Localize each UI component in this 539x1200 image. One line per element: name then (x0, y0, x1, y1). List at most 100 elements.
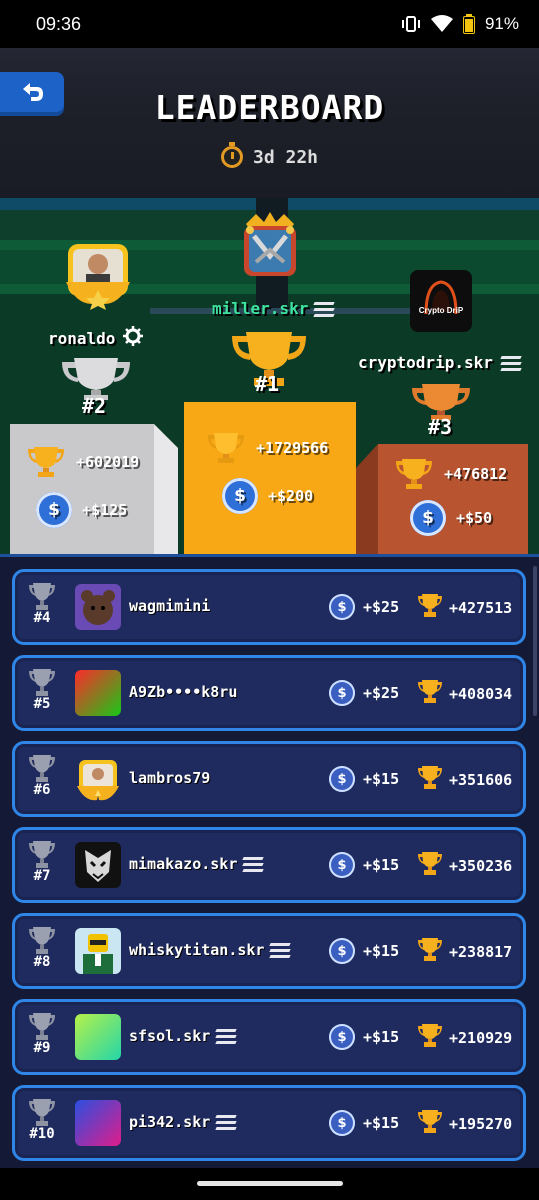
player-name-text: mimakazo.skr (129, 855, 238, 873)
score-value: +238817 (449, 943, 513, 961)
trophy-icon (396, 459, 432, 489)
page-title: LEADERBOARD (154, 88, 385, 127)
rank-badge: #5 (27, 668, 57, 720)
status-bar: 09:36 91% (0, 0, 539, 48)
first-place-rank: #1 (255, 372, 280, 396)
reward: $ +$15 (329, 1024, 399, 1050)
reward: $ +$15 (329, 938, 399, 964)
score-value: +210929 (449, 1029, 513, 1047)
first-place-name-text: miller.skr (212, 299, 309, 318)
second-place-score-row: +602019 (26, 446, 139, 478)
player-name: A9Zb••••k8ru (129, 683, 237, 701)
first-place-reward-row: $ +$200 (222, 478, 313, 514)
rank-number: #7 (33, 868, 51, 884)
avatar[interactable] (75, 756, 121, 802)
second-place-name: ronaldo (48, 326, 144, 350)
reward: $ +$15 (329, 852, 399, 878)
rank-badge: #4 (27, 582, 57, 634)
third-place-score-row: +476812 (394, 458, 507, 490)
leaderboard-row[interactable]: #7 mimakazo.skr $ +$15 +350236 (12, 827, 526, 903)
usdc-icon: $ (329, 594, 355, 620)
leaderboard-row[interactable]: #10 pi342.skr $ +$15 +195270 (12, 1085, 526, 1161)
stopwatch-icon (220, 142, 243, 168)
rank-badge: #9 (27, 1012, 57, 1064)
third-place-avatar[interactable]: Crypto DriP (410, 270, 472, 332)
trophy-icon (417, 594, 443, 622)
first-place-block: +1729566 $ +$200 (184, 402, 356, 554)
third-place-score: +476812 (444, 465, 508, 483)
leaderboard-row[interactable]: #5 A9Zb••••k8ru $ +$25 +408034 (12, 655, 526, 731)
rank-number: #4 (33, 610, 51, 626)
avatar[interactable] (75, 1100, 121, 1146)
reward-amount: +$15 (363, 856, 400, 874)
usdc-icon: $ (329, 680, 355, 706)
reward: $ +$15 (329, 1110, 399, 1136)
rank-number: #8 (33, 954, 51, 970)
avatar[interactable] (75, 842, 121, 888)
scrollbar[interactable] (533, 566, 537, 716)
leaderboard-row[interactable]: #6 lambros79 $ +$15 +351606 (12, 741, 526, 817)
solana-icon (313, 301, 336, 317)
reward-amount: +$15 (363, 942, 400, 960)
leaderboard-list[interactable]: #4 wagmimini $ +$25 +427513 #5 A9Zb••••k8ru $ +$… (0, 554, 539, 1168)
player-name: sfsol.skr (129, 1027, 237, 1045)
third-place-name: cryptodrip.skr (358, 353, 522, 372)
first-place-reward: +$200 (268, 487, 314, 505)
avatar[interactable] (75, 1014, 121, 1060)
rank-badge: #6 (27, 754, 57, 806)
reward-amount: +$15 (363, 1028, 400, 1046)
player-name-text: lambros79 (129, 769, 211, 787)
leaderboard-row[interactable]: #8 whiskytitan.skr $ +$15 +238817 (12, 913, 526, 989)
player-name: mimakazo.skr (129, 855, 265, 873)
score: +427513 (417, 594, 512, 622)
rank-number: #10 (29, 1126, 55, 1142)
trophy-icon (28, 447, 64, 477)
leaderboard-row[interactable]: #9 sfsol.skr $ +$15 +210929 (12, 999, 526, 1075)
battery-icon (462, 14, 475, 34)
player-name: wagmimini (129, 597, 210, 615)
score: +210929 (417, 1024, 512, 1052)
solana-icon (215, 1028, 237, 1044)
reward: $ +$25 (329, 594, 399, 620)
countdown-timer: 3d 22h (0, 142, 539, 168)
score: +238817 (417, 938, 512, 966)
reward: $ +$15 (329, 766, 399, 792)
score-value: +351606 (449, 771, 513, 789)
score-value: +350236 (449, 857, 513, 875)
player-name: pi342.skr (129, 1113, 237, 1131)
leaderboard-row[interactable]: #4 wagmimini $ +$25 +427513 (12, 569, 526, 645)
trophy-icon (417, 766, 443, 794)
solana-icon (215, 1114, 237, 1130)
usdc-icon: $ (329, 1110, 355, 1136)
first-place-score-row: +1729566 (206, 432, 328, 464)
score: +351606 (417, 766, 512, 794)
trophy-icon (208, 433, 244, 463)
third-place-avatar-text: Crypto DriP (418, 306, 464, 315)
reward-amount: +$15 (363, 770, 400, 788)
first-place-avatar[interactable] (236, 210, 304, 278)
score: +195270 (417, 1110, 512, 1138)
avatar[interactable] (75, 670, 121, 716)
avatar[interactable] (75, 928, 121, 974)
third-place-reward-row: $ +$50 (410, 500, 492, 536)
score-value: +408034 (449, 685, 513, 703)
usdc-icon: $ (329, 938, 355, 964)
vibrate-icon (401, 15, 421, 33)
player-name-text: whiskytitan.skr (129, 941, 265, 959)
score: +350236 (417, 852, 512, 880)
first-place-score: +1729566 (256, 439, 329, 457)
rank-number: #9 (33, 1040, 51, 1056)
podium: miller.skr #1 ronaldo #2 Crypto DriP cry… (0, 198, 539, 554)
usdc-icon: $ (329, 1024, 355, 1050)
trophy-icon (417, 1024, 443, 1052)
reward: $ +$25 (329, 680, 399, 706)
avatar[interactable] (75, 584, 121, 630)
first-place-name: miller.skr (212, 299, 336, 318)
navigation-bar (0, 1168, 539, 1200)
third-place-name-text: cryptodrip.skr (358, 353, 493, 372)
usdc-icon: $ (329, 766, 355, 792)
third-place-block: +476812 $ +$50 (356, 444, 528, 554)
home-gesture-handle[interactable] (197, 1181, 343, 1186)
second-place-avatar[interactable] (62, 238, 134, 310)
third-place-reward: +$50 (456, 509, 493, 527)
